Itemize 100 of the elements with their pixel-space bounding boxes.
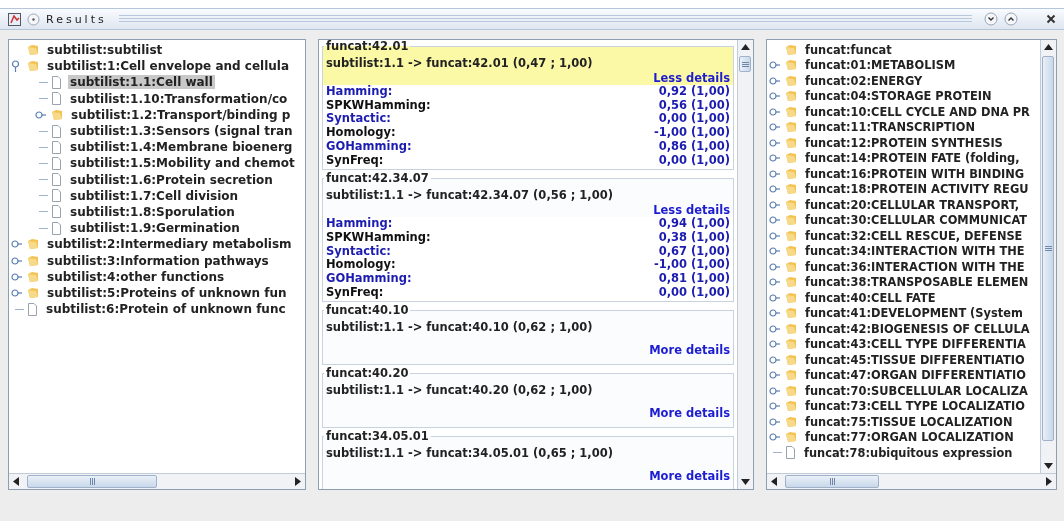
tree-item[interactable]: subtilist:1.9:Germination — [68, 221, 242, 236]
scroll-right-icon[interactable] — [295, 477, 301, 486]
tree-item[interactable]: subtilist:1.10:Transformation/co — [68, 91, 290, 106]
tree-item[interactable]: subtilist:1.2:Transport/binding p — [69, 107, 293, 122]
collapsed-toggle-icon[interactable] — [769, 309, 780, 318]
collapsed-toggle-icon[interactable] — [769, 247, 780, 256]
tree-item[interactable]: subtilist:4:other functions — [45, 269, 227, 284]
horizontal-scrollbar[interactable] — [767, 473, 1056, 489]
app-icon[interactable] — [8, 12, 21, 26]
scrollbar-thumb[interactable] — [785, 475, 879, 488]
tree-item[interactable]: subtilist:1.4:Membrane bioenerg — [68, 140, 295, 155]
tree-item[interactable]: subtilist:2:Intermediary metabolism — [45, 237, 294, 252]
tree-item[interactable]: funcat:12:PROTEIN SYNTHESIS — [803, 135, 1005, 150]
collapsed-toggle-icon[interactable] — [769, 107, 780, 116]
collapsed-toggle-icon[interactable] — [769, 200, 780, 209]
tree-item[interactable]: funcat:04:STORAGE PROTEIN — [803, 89, 994, 104]
scroll-down-icon[interactable] — [1044, 463, 1053, 469]
tree-item[interactable]: subtilist:1.6:Protein secretion — [68, 172, 275, 187]
close-icon[interactable] — [1046, 14, 1056, 24]
tree-item[interactable]: funcat:10:CELL CYCLE AND DNA PR — [803, 104, 1032, 119]
tree-item[interactable]: subtilist:3:Information pathways — [45, 253, 271, 268]
tree-item[interactable]: funcat:34:INTERACTION WITH THE — [803, 244, 1027, 259]
collapsed-toggle-icon[interactable] — [11, 240, 22, 249]
details-link[interactable]: More details — [649, 343, 730, 358]
collapsed-toggle-icon[interactable] — [769, 340, 780, 349]
tree-item[interactable]: funcat:43:CELL TYPE DIFFERENTIA — [803, 337, 1028, 352]
collapsed-toggle-icon[interactable] — [769, 324, 780, 333]
details-link[interactable]: More details — [649, 406, 730, 421]
tree-item[interactable]: funcat:42:BIOGENESIS OF CELLULA — [803, 321, 1032, 336]
result-card[interactable]: funcat:34.05.01 subtilist:1.1 -> funcat:34.05.01 (0,65 ; 1,00) More details — [322, 430, 734, 489]
collapsed-toggle-icon[interactable] — [769, 386, 780, 395]
collapsed-toggle-icon[interactable] — [769, 123, 780, 132]
collapsed-toggle-icon[interactable] — [769, 402, 780, 411]
result-card[interactable] — [322, 172, 734, 303]
scroll-right-icon[interactable] — [1046, 477, 1052, 486]
tree-item[interactable]: funcat:75:TISSUE LOCALIZATION — [803, 414, 1015, 429]
tree-item[interactable]: subtilist:1.1:Cell wall — [68, 75, 215, 90]
result-card[interactable]: funcat:40.20 subtilist:1.1 -> funcat:40.20 (0,62 ; 1,00) More details — [322, 367, 734, 429]
tree-item[interactable]: funcat:77:ORGAN LOCALIZATION — [803, 430, 1016, 445]
scroll-down-icon[interactable] — [741, 479, 750, 485]
collapsed-toggle-icon[interactable] — [769, 278, 780, 287]
collapsed-toggle-icon[interactable] — [11, 272, 22, 281]
tree-item[interactable]: funcat:70:SUBCELLULAR LOCALIZA — [803, 383, 1030, 398]
tree-item[interactable]: subtilist:1.7:Cell division — [68, 188, 241, 203]
tree-item[interactable]: funcat:47:ORGAN DIFFERENTIATIO — [803, 368, 1028, 383]
collapsed-toggle-icon[interactable] — [11, 256, 22, 265]
details-link[interactable]: More details — [649, 469, 730, 484]
collapsed-toggle-icon[interactable] — [769, 154, 780, 163]
minimize-icon[interactable] — [984, 12, 998, 26]
horizontal-scrollbar[interactable] — [9, 473, 305, 489]
result-card[interactable] — [322, 40, 734, 171]
tree-item[interactable]: funcat:32:CELL RESCUE, DEFENSE — [803, 228, 1025, 243]
collapsed-toggle-icon[interactable] — [769, 371, 780, 380]
collapsed-toggle-icon[interactable] — [769, 138, 780, 147]
tree-item[interactable]: subtilist:1:Cell envelope and cellula — [45, 59, 292, 74]
collapsed-toggle-icon[interactable] — [769, 231, 780, 240]
scrollbar-thumb[interactable] — [1042, 56, 1054, 441]
scroll-left-icon[interactable] — [13, 477, 19, 486]
tree-item[interactable]: subtilist:subtilist — [45, 43, 165, 58]
details-link[interactable]: Less details — [653, 71, 730, 85]
maximize-icon[interactable] — [1004, 12, 1018, 26]
tree-item[interactable]: funcat:16:PROTEIN WITH BINDING — [803, 166, 1027, 181]
tree-item[interactable]: funcat:73:CELL TYPE LOCALIZATIO — [803, 399, 1027, 414]
scroll-up-icon[interactable] — [741, 44, 750, 50]
collapsed-toggle-icon[interactable] — [11, 288, 22, 297]
scrollbar-thumb[interactable] — [739, 56, 751, 72]
collapsed-toggle-icon[interactable] — [35, 110, 46, 119]
tree-item[interactable]: funcat:45:TISSUE DIFFERENTIATIO — [803, 352, 1027, 367]
tree-item[interactable]: funcat:02:ENERGY — [803, 73, 925, 88]
tree-item[interactable]: funcat:30:CELLULAR COMMUNICAT — [803, 213, 1030, 228]
tree-item[interactable]: funcat:01:METABOLISM — [803, 58, 958, 73]
collapsed-toggle-icon[interactable] — [769, 185, 780, 194]
tree-item[interactable]: funcat:40:CELL FATE — [803, 290, 938, 305]
tree-item[interactable]: funcat:36:INTERACTION WITH THE — [803, 259, 1027, 274]
result-card[interactable]: funcat:40.10 subtilist:1.1 -> funcat:40.10 (0,62 ; 1,00) More details — [322, 304, 734, 366]
tree-item[interactable]: subtilist:1.3:Sensors (signal tran — [68, 124, 295, 139]
tree-item[interactable]: funcat:20:CELLULAR TRANSPORT, — [803, 197, 1022, 212]
collapsed-toggle-icon[interactable] — [769, 262, 780, 271]
tree-item[interactable]: subtilist:6:Protein of unknown func — [44, 302, 288, 317]
tree-item[interactable]: funcat:14:PROTEIN FATE (folding, — [803, 151, 1022, 166]
vertical-scrollbar[interactable] — [1040, 40, 1056, 473]
tree-item[interactable]: funcat:18:PROTEIN ACTIVITY REGU — [803, 182, 1031, 197]
collapsed-toggle-icon[interactable] — [769, 293, 780, 302]
tree-item[interactable]: funcat:78:ubiquitous expression — [802, 445, 1015, 460]
tree-item[interactable]: subtilist:5:Proteins of unknown fun — [45, 285, 289, 300]
expanded-toggle-icon[interactable] — [11, 60, 20, 73]
tree-item[interactable]: funcat:funcat — [803, 42, 894, 57]
collapsed-toggle-icon[interactable] — [769, 61, 780, 70]
collapsed-toggle-icon[interactable] — [769, 92, 780, 101]
collapsed-toggle-icon[interactable] — [769, 417, 780, 426]
collapsed-toggle-icon[interactable] — [769, 355, 780, 364]
vertical-scrollbar[interactable] — [737, 40, 753, 489]
tree-item[interactable]: funcat:11:TRANSCRIPTION — [803, 120, 978, 135]
scroll-up-icon[interactable] — [1044, 44, 1053, 50]
scroll-left-icon[interactable] — [771, 477, 777, 486]
window-menu-icon[interactable] — [27, 12, 40, 26]
tree-item[interactable]: funcat:41:DEVELOPMENT (System — [803, 306, 1025, 321]
details-link[interactable]: Less details — [653, 203, 730, 218]
scrollbar-thumb[interactable] — [27, 475, 157, 488]
collapsed-toggle-icon[interactable] — [769, 216, 780, 225]
